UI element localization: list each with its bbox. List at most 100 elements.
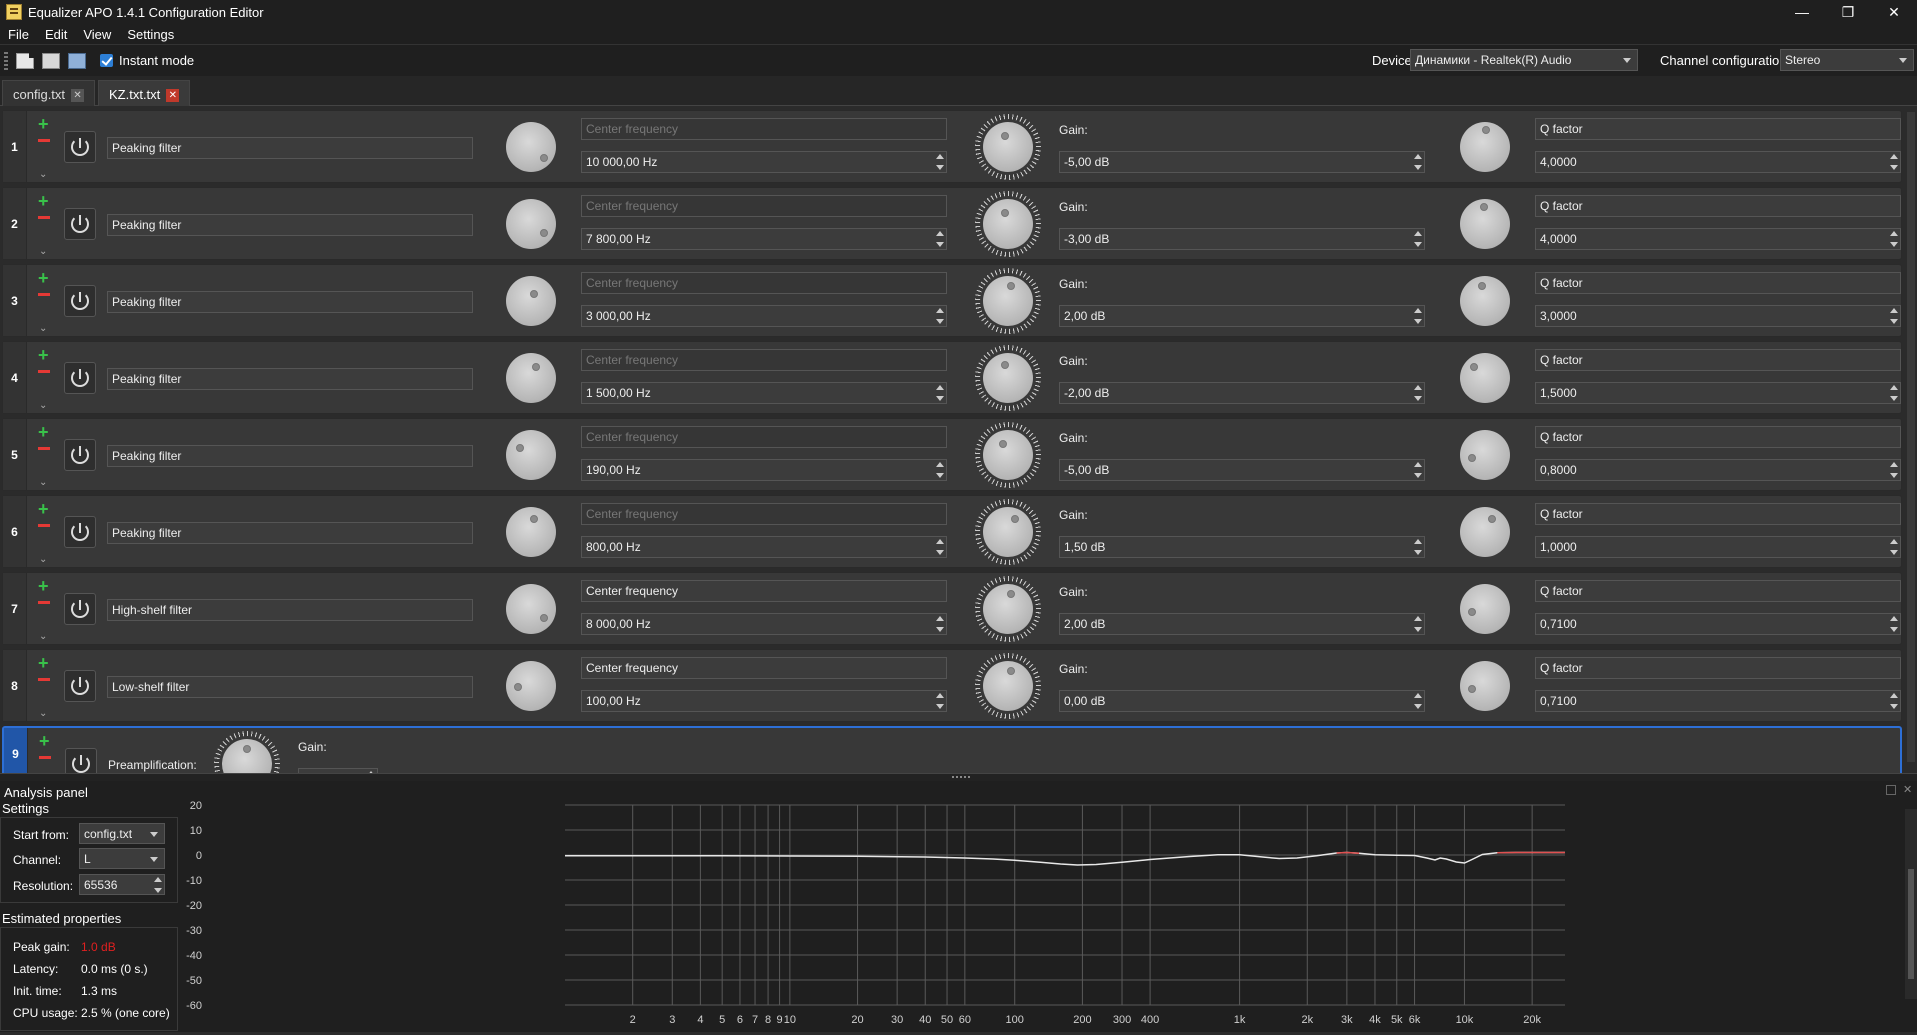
gain-knob[interactable] — [983, 507, 1033, 557]
remove-filter-icon[interactable] — [38, 216, 50, 219]
spin-arrows-icon[interactable] — [935, 384, 945, 402]
maximize-button[interactable]: ❐ — [1825, 0, 1871, 24]
spin-arrows-icon[interactable] — [935, 615, 945, 633]
frequency-knob[interactable] — [506, 661, 556, 711]
q-param-select[interactable]: Q factor — [1535, 657, 1901, 679]
spin-arrows-icon[interactable] — [1889, 230, 1899, 248]
channel-select[interactable]: L — [79, 848, 165, 869]
spin-arrows-icon[interactable] — [935, 692, 945, 710]
scrollbar-thumb[interactable] — [1908, 869, 1914, 979]
close-tab-icon[interactable]: ✕ — [71, 89, 85, 103]
spin-arrows-icon[interactable] — [1889, 153, 1899, 171]
gain-knob[interactable] — [983, 430, 1033, 480]
frequency-spinbox[interactable]: 800,00 Hz — [581, 536, 947, 558]
remove-filter-icon[interactable] — [38, 447, 50, 450]
power-toggle-icon[interactable] — [64, 362, 96, 394]
q-spinbox[interactable]: 1,0000 — [1535, 536, 1901, 558]
toolbar-grip[interactable] — [4, 51, 8, 70]
gain-knob[interactable] — [983, 584, 1033, 634]
power-toggle-icon[interactable] — [64, 516, 96, 548]
spin-arrows-icon[interactable] — [935, 230, 945, 248]
q-spinbox[interactable]: 4,0000 — [1535, 228, 1901, 250]
q-param-select[interactable]: Q factor — [1535, 272, 1901, 294]
spin-arrows-icon[interactable] — [935, 307, 945, 325]
spin-arrows-icon[interactable] — [1889, 615, 1899, 633]
power-toggle-icon[interactable] — [64, 131, 96, 163]
filter-type-select[interactable]: Low-shelf filter — [107, 676, 473, 698]
close-button[interactable]: ✕ — [1871, 0, 1917, 24]
gain-knob[interactable] — [983, 276, 1033, 326]
gain-spinbox[interactable]: -2,00 dB — [1059, 382, 1425, 404]
q-knob[interactable] — [1460, 122, 1510, 172]
frequency-knob[interactable] — [506, 430, 556, 480]
save-file-icon[interactable] — [68, 52, 86, 69]
q-spinbox[interactable]: 0,8000 — [1535, 459, 1901, 481]
channel-config-select[interactable]: Stereo — [1780, 49, 1914, 71]
spin-arrows-icon[interactable] — [1413, 461, 1423, 479]
frequency-spinbox[interactable]: 10 000,00 Hz — [581, 151, 947, 173]
frequency-param-select[interactable]: Center frequency — [581, 580, 947, 602]
frequency-spinbox[interactable]: 8 000,00 Hz — [581, 613, 947, 635]
filter-type-select[interactable]: Peaking filter — [107, 445, 473, 467]
filter-type-select[interactable]: Peaking filter — [107, 214, 473, 236]
q-knob[interactable] — [1460, 661, 1510, 711]
gain-knob[interactable] — [983, 661, 1033, 711]
gain-spinbox[interactable]: -5,00 dB — [1059, 459, 1425, 481]
q-knob[interactable] — [1460, 199, 1510, 249]
gain-spinbox[interactable]: 0,00 dB — [1059, 690, 1425, 712]
frequency-knob[interactable] — [506, 353, 556, 403]
frequency-knob[interactable] — [506, 584, 556, 634]
remove-filter-icon[interactable] — [38, 139, 50, 142]
q-spinbox[interactable]: 3,0000 — [1535, 305, 1901, 327]
splitter-grip[interactable] — [952, 776, 970, 778]
frequency-spinbox[interactable]: 7 800,00 Hz — [581, 228, 947, 250]
filter-row[interactable]: 1 + ⌄ Peaking filter Center frequency 10… — [2, 110, 1902, 183]
spin-arrows-icon[interactable] — [1413, 615, 1423, 633]
gain-spinbox[interactable]: -3,00 dB — [1059, 228, 1425, 250]
q-param-select[interactable]: Q factor — [1535, 118, 1901, 140]
q-param-select[interactable]: Q factor — [1535, 580, 1901, 602]
close-panel-icon[interactable]: ✕ — [1903, 783, 1912, 796]
spin-arrows-icon[interactable] — [1889, 692, 1899, 710]
add-filter-icon[interactable]: + — [38, 500, 49, 518]
collapse-chevron-icon[interactable]: ⌄ — [39, 631, 47, 642]
gain-spinbox[interactable]: -5,00 dB — [1059, 151, 1425, 173]
add-filter-icon[interactable]: + — [38, 192, 49, 210]
add-filter-icon[interactable]: + — [39, 732, 50, 750]
open-file-icon[interactable] — [42, 52, 60, 69]
add-filter-icon[interactable]: + — [38, 115, 49, 133]
frequency-spinbox[interactable]: 100,00 Hz — [581, 690, 947, 712]
frequency-response-plot[interactable]: 2 3 4 5 6 7 8 9 10 20 30 40 50 60 100 200 300 400 1k 2k 3k 4k… — [180, 799, 1905, 1032]
start-from-select[interactable]: config.txt — [79, 823, 165, 844]
q-spinbox[interactable]: 4,0000 — [1535, 151, 1901, 173]
remove-filter-icon[interactable] — [38, 370, 50, 373]
q-knob[interactable] — [1460, 353, 1510, 403]
add-filter-icon[interactable]: + — [38, 269, 49, 287]
filter-row[interactable]: 4 + ⌄ Peaking filter Center frequency 1 … — [2, 341, 1902, 414]
power-toggle-icon[interactable] — [64, 593, 96, 625]
filter-type-select[interactable]: Peaking filter — [107, 368, 473, 390]
filter-type-select[interactable]: Peaking filter — [107, 522, 473, 544]
add-filter-icon[interactable]: + — [38, 346, 49, 364]
tab-kz-txt[interactable]: KZ.txt.txt ✕ — [98, 80, 191, 106]
menu-settings[interactable]: Settings — [119, 27, 182, 42]
tab-config-txt[interactable]: config.txt ✕ — [2, 80, 96, 106]
power-toggle-icon[interactable] — [65, 748, 97, 773]
spin-arrows-icon[interactable] — [1889, 461, 1899, 479]
add-filter-icon[interactable]: + — [38, 577, 49, 595]
filter-row[interactable]: 5 + ⌄ Peaking filter Center frequency 19… — [2, 418, 1902, 491]
collapse-chevron-icon[interactable]: ⌄ — [39, 477, 47, 488]
gain-knob[interactable] — [983, 353, 1033, 403]
remove-filter-icon[interactable] — [38, 293, 50, 296]
gain-spinbox[interactable]: 2,00 dB — [1059, 613, 1425, 635]
spin-arrows-icon[interactable] — [935, 461, 945, 479]
spin-arrows-icon[interactable] — [153, 876, 163, 894]
power-toggle-icon[interactable] — [64, 439, 96, 471]
frequency-param-select[interactable]: Center frequency — [581, 657, 947, 679]
gain-knob[interactable] — [983, 122, 1033, 172]
menu-view[interactable]: View — [75, 27, 119, 42]
new-file-icon[interactable] — [16, 52, 34, 69]
panel-splitter[interactable] — [0, 773, 1917, 781]
resolution-spinbox[interactable]: 65536 — [79, 874, 165, 895]
filter-row[interactable]: 8 + ⌄ Low-shelf filter Center frequency … — [2, 649, 1902, 722]
